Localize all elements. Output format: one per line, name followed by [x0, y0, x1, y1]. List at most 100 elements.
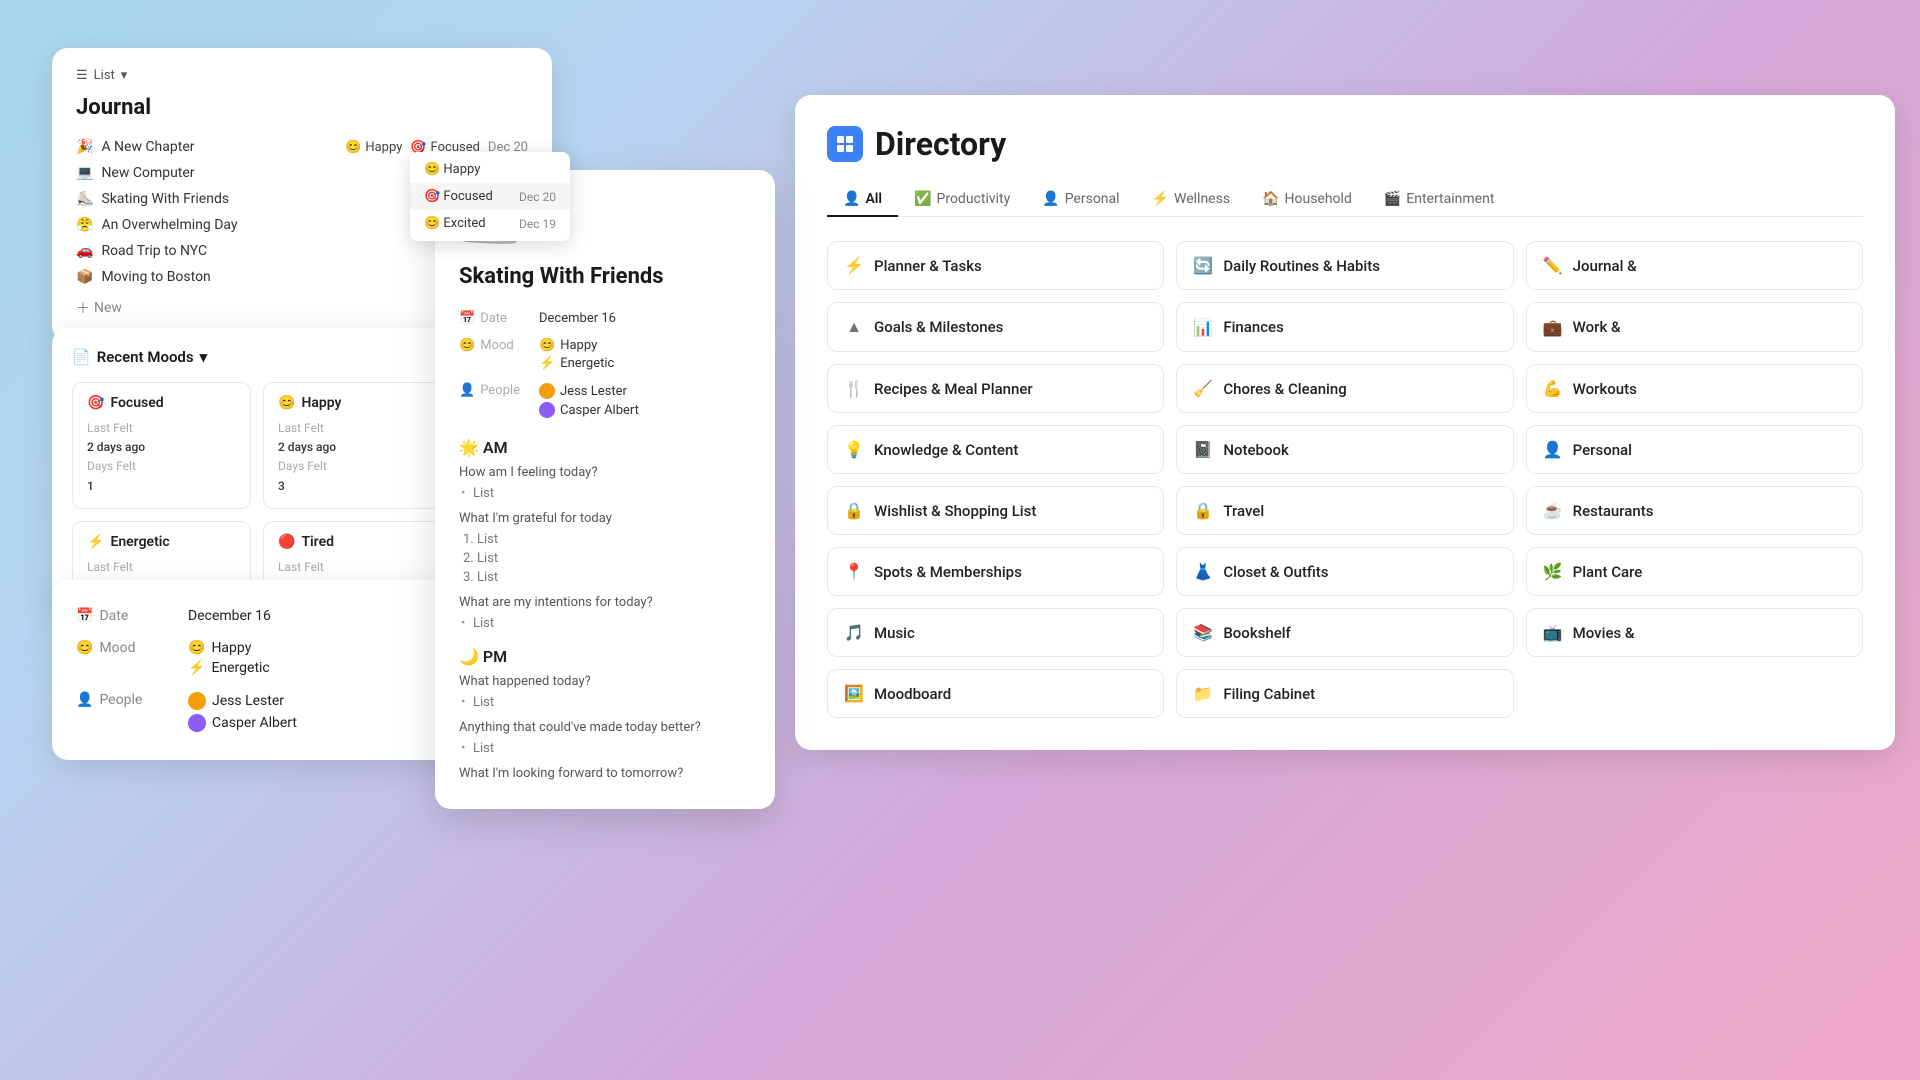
tab-productivity[interactable]: ✅ Productivity	[898, 183, 1026, 217]
chevron-down-icon: ▾	[200, 348, 208, 366]
hanger-icon: 👗	[1193, 562, 1213, 581]
list-item: List	[459, 484, 751, 503]
person-icon: 👤	[76, 692, 93, 708]
pin-icon: 📍	[844, 562, 864, 581]
mountain-icon: ▲	[844, 317, 864, 337]
list-item: List	[459, 739, 751, 758]
dir-item-knowledge[interactable]: 💡 Knowledge & Content	[827, 425, 1164, 474]
mood-icon: 😊	[76, 640, 93, 656]
skating-people-row: 👤 People Jess Lester Casper Albert	[459, 377, 751, 424]
dir-item-notebook[interactable]: 📓 Notebook	[1176, 425, 1513, 474]
tab-personal[interactable]: 👤 Personal	[1026, 183, 1135, 217]
energetic-icon: ⚡	[87, 534, 104, 550]
dir-item-goals[interactable]: ▲ Goals & Milestones	[827, 302, 1164, 352]
image-icon: 🖼️	[844, 684, 864, 703]
detail-card: 📅 Date December 16 😊 Mood 😊Happy ⚡Energe…	[52, 580, 462, 760]
dir-item-personal[interactable]: 👤 Personal	[1526, 425, 1863, 474]
journal-view-header[interactable]: ☰ List ▾	[76, 68, 528, 83]
avatar-jess	[188, 692, 206, 710]
dir-item-bookshelf[interactable]: 📚 Bookshelf	[1176, 608, 1513, 657]
dir-item-finances[interactable]: 📊 Finances	[1176, 302, 1513, 352]
question-5: Anything that could've made today better…	[459, 720, 751, 735]
dir-item-music[interactable]: 🎵 Music	[827, 608, 1164, 657]
edit-icon: ✏️	[1543, 256, 1563, 275]
dropdown-item-excited[interactable]: 😊 Excited Dec 19	[410, 210, 570, 237]
tab-all[interactable]: 👤 All	[827, 183, 898, 217]
dir-item-closet[interactable]: 👗 Closet & Outfits	[1176, 547, 1513, 596]
dir-item-daily-routines[interactable]: 🔄 Daily Routines & Habits	[1176, 241, 1513, 290]
mood-card-happy[interactable]: 😊 Happy Last Felt 2 days ago Days Felt 3	[263, 382, 442, 509]
tab-wellness[interactable]: ⚡ Wellness	[1136, 183, 1247, 217]
dir-item-plants[interactable]: 🌿 Plant Care	[1526, 547, 1863, 596]
list-icon: ☰	[76, 68, 88, 83]
refresh-icon: 🔄	[1193, 256, 1213, 275]
dir-item-travel[interactable]: 🔒 Travel	[1176, 486, 1513, 535]
numbered-item: 2. List	[459, 549, 751, 568]
question-6: What I'm looking forward to tomorrow?	[459, 766, 751, 781]
detail-row-mood: 😊 Mood 😊Happy ⚡Energetic	[76, 632, 438, 684]
list-item: List	[459, 614, 751, 633]
dir-item-work[interactable]: 💼 Work &	[1526, 302, 1863, 352]
avatar	[539, 383, 555, 399]
skating-date-row: 📅 Date December 16	[459, 305, 751, 332]
chart-icon: 📊	[1193, 318, 1213, 337]
question-1: How am I feeling today?	[459, 465, 751, 480]
directory-header: Directory	[827, 125, 1863, 163]
dir-item-planner[interactable]: ⚡ Planner & Tasks	[827, 241, 1164, 290]
question-2: What I'm grateful for today	[459, 511, 751, 526]
dir-item-filing[interactable]: 📁 Filing Cabinet	[1176, 669, 1513, 718]
dir-item-recipes[interactable]: 🍴 Recipes & Meal Planner	[827, 364, 1164, 413]
music-icon: 🎵	[844, 623, 864, 642]
folder-icon: 📁	[1193, 684, 1213, 703]
skating-card: ⛸️ Skating With Friends 📅 Date December …	[435, 170, 775, 809]
doc-icon: 📄	[72, 348, 91, 366]
chevron-icon: ▾	[121, 68, 128, 83]
person-icon: 👤	[843, 191, 860, 207]
coffee-icon: ☕	[1543, 501, 1563, 520]
dir-item-journal[interactable]: ✏️ Journal &	[1526, 241, 1863, 290]
dir-item-workouts[interactable]: 💪 Workouts	[1526, 364, 1863, 413]
dir-item-movies[interactable]: 📺 Movies &	[1526, 608, 1863, 657]
moods-header[interactable]: 📄 Recent Moods ▾	[72, 348, 442, 366]
happy-icon: 😊	[278, 395, 295, 411]
plant-icon: 🌿	[1543, 562, 1563, 581]
plus-icon: ＋	[76, 298, 90, 318]
lock-icon: 🔒	[844, 501, 864, 520]
dir-item-moodboard[interactable]: 🖼️ Moodboard	[827, 669, 1164, 718]
directory-card: Directory 👤 All ✅ Productivity 👤 Persona…	[795, 95, 1895, 750]
dir-item-wishlist[interactable]: 🔒 Wishlist & Shopping List	[827, 486, 1164, 535]
calendar-icon: 📅	[459, 311, 475, 326]
briefcase-icon: 💼	[1543, 318, 1563, 337]
fork-icon: 🍴	[844, 379, 864, 398]
moods-grid: 🎯 Focused Last Felt 2 days ago Days Felt…	[72, 382, 442, 590]
calendar-icon: 📅	[76, 608, 93, 624]
dropdown-item-happy[interactable]: 😊 Happy	[410, 156, 570, 183]
dir-item-chores[interactable]: 🧹 Chores & Cleaning	[1176, 364, 1513, 413]
mood-card-focused[interactable]: 🎯 Focused Last Felt 2 days ago Days Felt…	[72, 382, 251, 509]
skating-title: Skating With Friends	[459, 264, 751, 289]
question-3: What are my intentions for today?	[459, 595, 751, 610]
tired-icon: 🔴	[278, 534, 295, 550]
dumbbell-icon: 💪	[1543, 379, 1563, 398]
lightning-icon: ⚡	[844, 256, 864, 275]
dropdown-item-focused[interactable]: 🎯 Focused Dec 20	[410, 183, 570, 210]
question-4: What happened today?	[459, 674, 751, 689]
detail-row-date: 📅 Date December 16	[76, 600, 438, 632]
avatar	[539, 402, 555, 418]
detail-row-people: 👤 People Jess Lester Casper Albert	[76, 684, 438, 740]
dir-item-restaurants[interactable]: ☕ Restaurants	[1526, 486, 1863, 535]
house-icon: 🏠	[1262, 191, 1279, 207]
person-icon: 👤	[459, 383, 475, 398]
numbered-item: 1. List	[459, 530, 751, 549]
am-section: 🌟 AM	[459, 438, 751, 457]
tab-household[interactable]: 🏠 Household	[1246, 183, 1368, 217]
tv-icon: 📺	[1543, 623, 1563, 642]
pm-section: 🌙 PM	[459, 647, 751, 666]
tab-entertainment[interactable]: 🎬 Entertainment	[1368, 183, 1511, 217]
broom-icon: 🧹	[1193, 379, 1213, 398]
focused-icon: 🎯	[87, 395, 104, 411]
lightning-icon: ⚡	[1152, 191, 1169, 207]
clapper-icon: 🎬	[1384, 191, 1401, 207]
dir-item-spots[interactable]: 📍 Spots & Memberships	[827, 547, 1164, 596]
list-item: List	[459, 693, 751, 712]
